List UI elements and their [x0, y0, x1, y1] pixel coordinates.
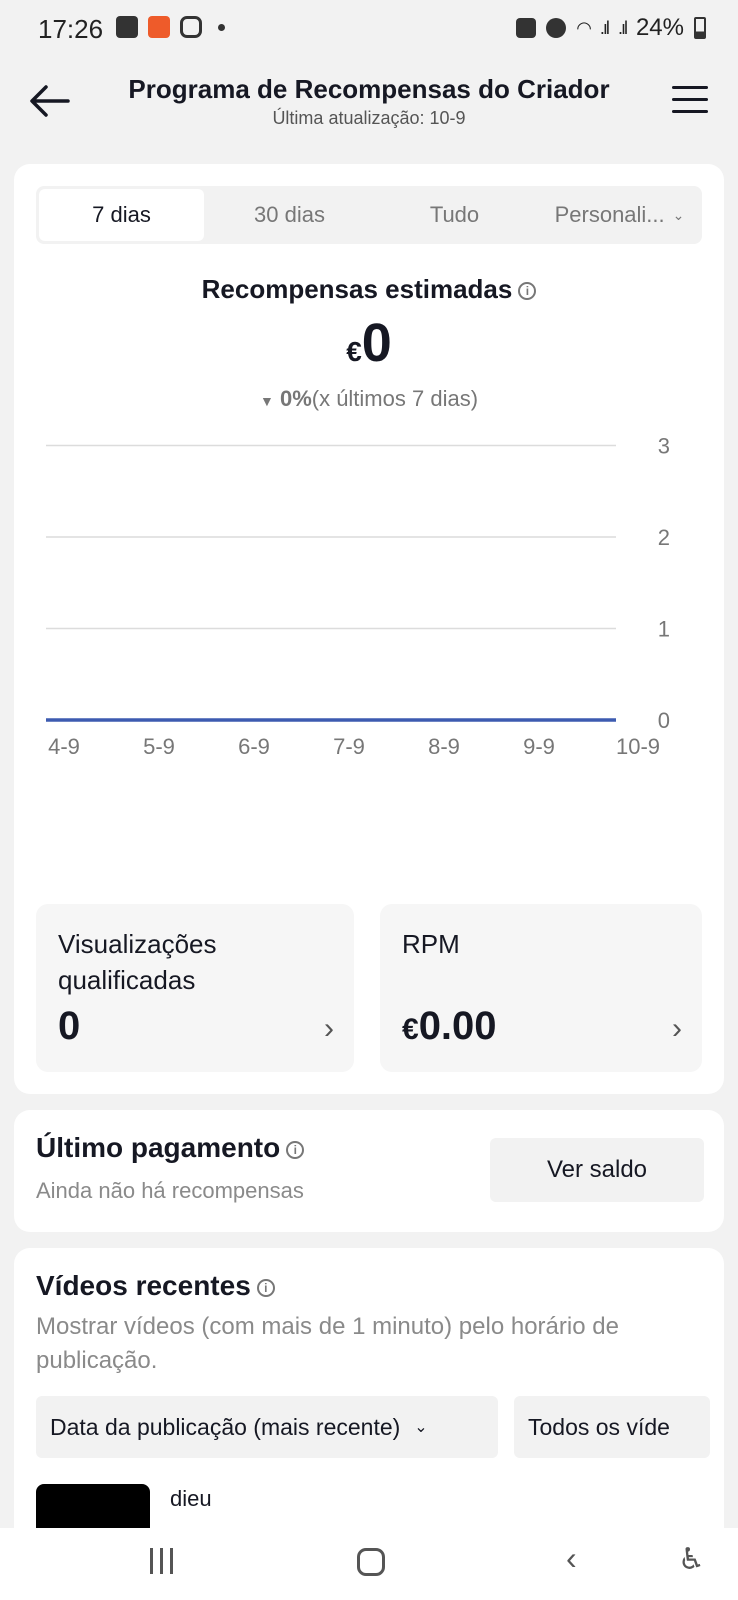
battery-saver-icon — [516, 18, 537, 38]
home-icon[interactable] — [357, 1548, 385, 1576]
tab-custom[interactable]: Personali... ⌄ — [537, 186, 702, 244]
x-tick-label: 10-9 — [616, 734, 660, 759]
gallery-icon — [116, 16, 138, 38]
x-tick-label: 6-9 — [238, 734, 270, 759]
y-tick-label: 2 — [658, 525, 670, 550]
rewards-chart: 012344-95-96-97-98-99-910-9 — [46, 434, 670, 759]
info-icon[interactable]: i — [256, 1278, 275, 1297]
chevron-down-icon: ⌄ — [414, 1419, 428, 1436]
back-icon[interactable]: ‹ — [566, 1540, 577, 1577]
signal-icon: .ıl — [599, 17, 610, 38]
sort-dropdown[interactable]: Data da publicação (mais recente) ⌄ — [36, 1396, 498, 1458]
recent-videos-title: Vídeos recentes i — [36, 1270, 275, 1302]
menu-icon[interactable] — [672, 86, 708, 114]
period-tabs: 7 dias 30 dias Tudo Personali... ⌄ — [36, 186, 702, 244]
x-tick-label: 4-9 — [48, 734, 80, 759]
x-tick-label: 9-9 — [523, 734, 555, 759]
y-tick-label: 3 — [658, 434, 670, 459]
qualified-views-card[interactable]: Visualizações qualificadas 0 › — [36, 904, 354, 1072]
page-title: Programa de Recompensas do Criador — [128, 74, 610, 104]
estimated-rewards-title: Recompensas estimadas i — [14, 274, 724, 305]
recent-videos-description: Mostrar vídeos (com mais de 1 minuto) pe… — [36, 1313, 619, 1374]
instagram-icon — [180, 16, 202, 38]
info-icon[interactable]: i — [518, 282, 537, 301]
alarm-icon — [546, 18, 567, 38]
estimated-rewards-value: €0 — [346, 313, 392, 373]
chevron-right-icon: › — [324, 1012, 334, 1045]
tab-7-days[interactable]: 7 dias — [39, 189, 204, 241]
x-tick-label: 7-9 — [333, 734, 365, 759]
status-bar: 17:26 ◠ .ıl .ıl 24% — [0, 0, 738, 60]
accessibility-icon[interactable]: ♿ — [678, 1542, 705, 1577]
recent-videos-card: Vídeos recentes i Mostrar vídeos (com mai… — [14, 1248, 724, 1548]
qualified-views-label: Visualizações qualificadas — [58, 929, 217, 995]
info-icon[interactable]: i — [286, 1140, 305, 1159]
view-balance-button[interactable]: Ver saldo — [490, 1138, 704, 1202]
app-header: Programa de Recompensas do Criador Últim… — [0, 60, 738, 140]
system-nav-bar: ‹ ♿ — [0, 1528, 738, 1600]
rpm-value: €0.00 — [402, 1004, 497, 1048]
signal-icon: .ıl — [617, 17, 628, 38]
rpm-card[interactable]: RPM €0.00 › — [380, 904, 702, 1072]
app-icon — [148, 16, 170, 38]
qualified-views-value: 0 — [58, 1004, 81, 1048]
dot-icon — [218, 23, 225, 31]
status-time: 17:26 — [38, 14, 104, 44]
chevron-down-icon: ⌄ — [672, 206, 685, 223]
recent-apps-icon[interactable] — [150, 1548, 173, 1574]
battery-icon — [694, 17, 706, 39]
x-tick-label: 5-9 — [143, 734, 175, 759]
change-indicator: ▼ 0%(x últimos 7 dias) — [259, 386, 479, 411]
battery-percent: 24% — [635, 14, 684, 41]
rewards-card: 7 dias 30 dias Tudo Personali... ⌄ Recomp… — [14, 164, 724, 1094]
last-payment-card: Último pagamento i Ainda não há recompens… — [14, 1110, 724, 1232]
x-tick-label: 8-9 — [428, 734, 460, 759]
chevron-right-icon: › — [672, 1012, 682, 1045]
last-payment-title: Último pagamento i — [36, 1132, 305, 1164]
y-tick-label: 1 — [658, 617, 670, 642]
video-type-dropdown[interactable]: Todos os víde — [514, 1396, 710, 1458]
wifi-icon: ◠ — [576, 17, 592, 38]
last-updated: Última atualização: 10-9 — [272, 108, 466, 128]
tab-all[interactable]: Tudo — [372, 186, 537, 244]
caret-down-icon: ▼ — [259, 393, 274, 409]
rpm-label: RPM — [402, 929, 460, 959]
y-tick-label: 0 — [658, 708, 670, 733]
tab-30-days[interactable]: 30 dias — [207, 186, 372, 244]
last-payment-status: Ainda não há recompensas — [36, 1178, 304, 1203]
video-title[interactable]: dieu — [170, 1486, 212, 1512]
